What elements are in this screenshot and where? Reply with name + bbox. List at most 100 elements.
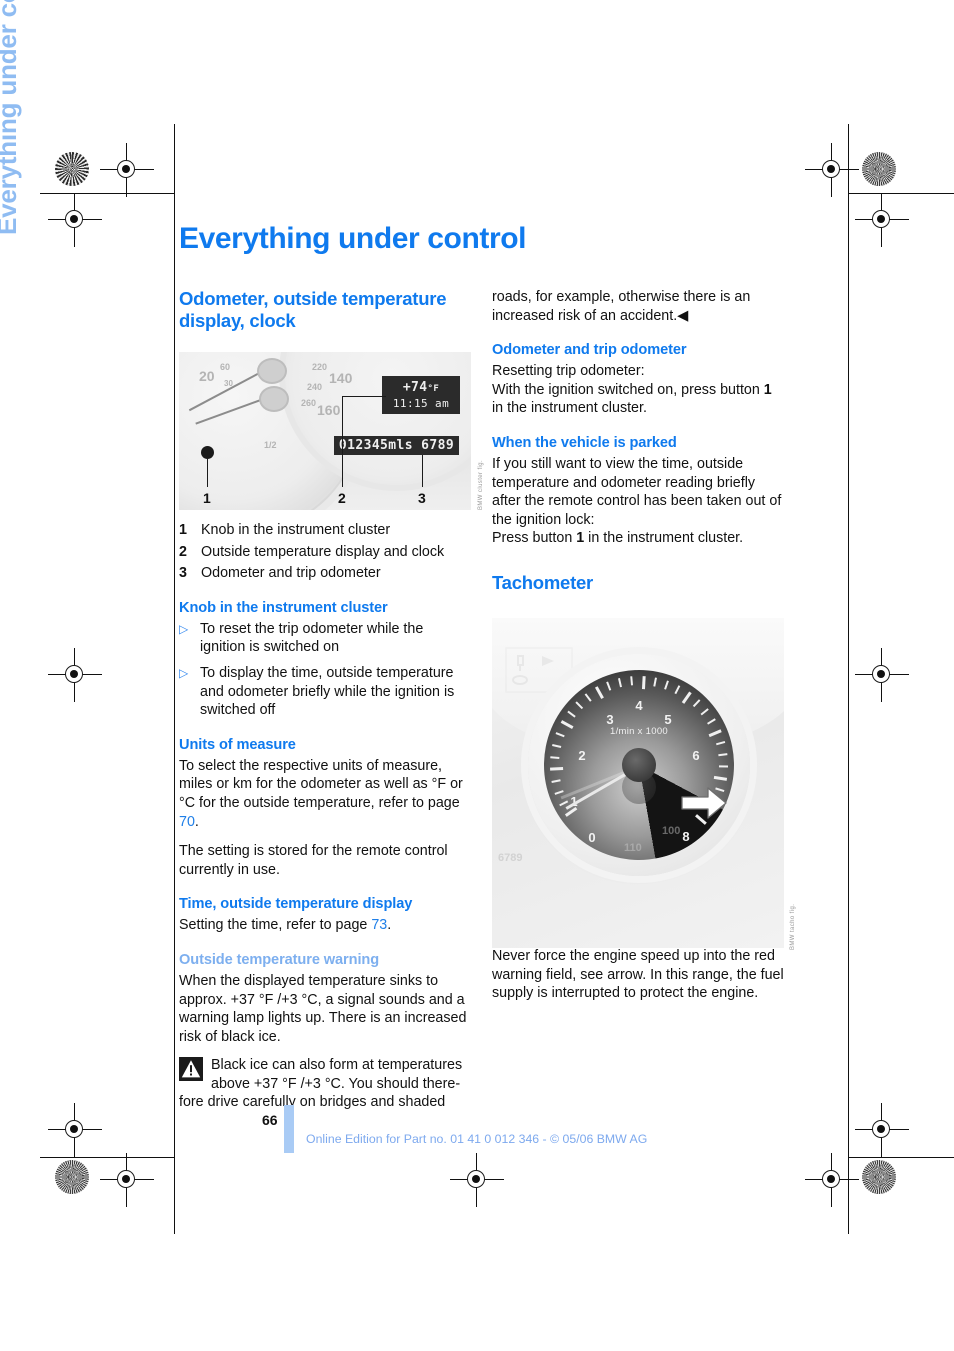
legend-text: Knob in the instrument cluster	[201, 522, 391, 538]
legend-text: Odometer and trip odometer	[201, 565, 381, 582]
time-display-paragraph: Setting the time, refer to page 73.	[179, 916, 471, 935]
figure-source-code-tachometer: BMW tacho fig.	[790, 903, 796, 950]
dial-number: 260	[301, 398, 317, 408]
heading-outside-temperature-warning: Outside temperature warning	[179, 951, 380, 968]
odometer-text-b: in the instrument cluster.	[492, 400, 647, 417]
warning-triangle-icon	[179, 1057, 203, 1082]
page-number: 66	[262, 1112, 278, 1128]
halftone-star-target-bottom-left	[55, 1160, 89, 1194]
knob-bullet-list: ▷ To reset the trip odometer while the i…	[179, 620, 471, 720]
list-item-text: To display the time, outside temperature…	[200, 664, 455, 719]
warning-text: Black ice can also form at temperatures …	[211, 1057, 463, 1092]
heading-odometer-and-trip-odometer: Odometer and trip odometer	[492, 342, 687, 359]
figure-legend-list: 1 Knob in the instrument cluster 2 Outside…	[179, 521, 471, 583]
trim-line-bottom-horizontal-right	[848, 1157, 954, 1159]
callout-number-1: 1	[203, 490, 211, 506]
warning-text-tail: fore drive carefully on bridges and shad…	[179, 1094, 446, 1111]
manual-page: Everything under control Everything unde…	[0, 0, 954, 1351]
chapter-side-tab: Everything under control	[0, 0, 32, 235]
footer-note: Online Edition for Part no. 01 41 0 012 …	[306, 1132, 648, 1146]
dial-number: 160	[317, 402, 341, 418]
heading-units-of-measure: Units of measure	[179, 736, 296, 753]
trim-line-top-horizontal	[40, 193, 174, 195]
trim-line-top-horizontal-right	[848, 193, 954, 195]
tach-scale-number: 3	[606, 712, 614, 727]
continuation-paragraph: roads, for example, otherwise there is a…	[492, 288, 784, 325]
tachometer-caption: Never force the engine speed up into the…	[492, 947, 784, 1002]
dial-number: 220	[312, 362, 328, 372]
dial-number: 140	[329, 370, 353, 386]
end-of-warning-marker: ◀	[677, 307, 689, 324]
trim-line-left-vertical	[174, 124, 176, 1234]
button-number-bold: 1	[576, 530, 585, 547]
time-text-b: .	[387, 917, 392, 934]
ghost-odometer-digits: 6789	[498, 852, 523, 864]
tachometer-needle-hub	[622, 748, 656, 782]
lcd-clock-value: 11:15 am	[392, 397, 450, 410]
units-paragraph-2: The setting is stored for the remote con…	[179, 843, 448, 878]
registration-mark-bottom-right-outer	[855, 1103, 909, 1157]
registration-mark-top-left-inner	[100, 143, 154, 197]
units-paragraph: To select the respective units of measur…	[179, 757, 471, 831]
section-heading-odometer: Odometer, outside temperature display, c…	[179, 288, 447, 331]
dial-number: 60	[220, 362, 231, 372]
time-text-a: Setting the time, refer to page	[179, 917, 372, 934]
list-item: ▷ To reset the trip odometer while the i…	[179, 620, 471, 657]
figure-source-code-cluster: BMW cluster fig.	[478, 459, 484, 510]
section-heading-tachometer: Tachometer	[492, 571, 593, 593]
ghost-speed-number: 100	[662, 825, 681, 837]
chapter-side-tab-label: Everything under control	[0, 0, 22, 235]
registration-mark-top-right-inner	[805, 143, 859, 197]
legend-number: 2	[179, 543, 187, 560]
registration-mark-bottom-left-inner	[100, 1153, 154, 1207]
warning-block: Black ice can also form at temperatures …	[179, 1056, 471, 1093]
heading-time-outside-temp-display: Time, outside temperature display	[179, 896, 413, 913]
dial-tick	[549, 766, 563, 771]
callout-lead-line-3	[422, 455, 424, 487]
registration-mark-mid-left	[48, 648, 102, 702]
tach-scale-number: 6	[692, 748, 700, 763]
dial-tick	[718, 765, 729, 768]
page-ref-link-73[interactable]: 73	[371, 917, 387, 933]
tach-scale-number: 4	[635, 698, 643, 713]
callout-number-2: 2	[338, 490, 346, 506]
registration-mark-top-left-outer	[48, 193, 102, 247]
registration-mark-bottom-left-outer	[48, 1103, 102, 1157]
heading-when-vehicle-is-parked: When the vehicle is parked	[492, 434, 677, 451]
degree-fahrenheit: °F	[431, 776, 447, 793]
lcd-temperature-value: +74	[402, 380, 428, 395]
cluster-knob	[201, 446, 214, 459]
parked-text-a: Press button	[492, 530, 577, 547]
registration-mark-top-right-outer	[855, 193, 909, 247]
degree-celsius: °C	[179, 794, 196, 811]
list-item-text: To reset the trip odometer while the ign…	[200, 620, 424, 656]
red-zone-arrow-icon	[680, 786, 728, 825]
needle-hub-1	[257, 358, 287, 384]
tach-scale-number-zero: 0	[588, 830, 596, 845]
registration-mark-bottom-right-inner	[805, 1153, 859, 1207]
parked-text-b: in the instrument cluster.	[584, 530, 744, 547]
units-text-d: .	[194, 813, 199, 830]
odometer-text-a: With the ignition switched on, press but…	[492, 381, 764, 398]
parked-paragraph: If you still want to view the time, outs…	[492, 455, 782, 528]
temp-warning-paragraph: When the displayed temperature sinks to …	[179, 972, 467, 1045]
units-text-b: or	[446, 776, 463, 793]
button-number-bold: 1	[763, 381, 772, 398]
callout-lead-line-1	[207, 459, 209, 487]
registration-mark-mid-right	[855, 648, 909, 702]
dial-half-mark: 1/2	[264, 440, 277, 450]
dial-number: 240	[307, 382, 323, 392]
triangle-bullet-icon: ▷	[179, 621, 189, 636]
odometer-lcd: 012345mls 6789	[334, 436, 459, 455]
units-text-c: for the outside temperature, refer to pa…	[195, 794, 460, 811]
trim-line-right-vertical	[848, 124, 850, 1234]
dial-tick	[641, 676, 646, 690]
lcd-temperature-unit: °F	[427, 384, 440, 394]
legend-item: 2 Outside temperature display and clock	[179, 543, 471, 562]
triangle-bullet-icon: ▷	[179, 665, 189, 680]
heading-knob-in-cluster: Knob in the instrument cluster	[179, 599, 388, 616]
ghost-speed-number: 110	[624, 842, 642, 854]
units-text-a: To select the respective units of measur…	[179, 757, 443, 793]
page-ref-link-70[interactable]: 70	[179, 814, 195, 830]
needle-hub-2	[259, 386, 289, 412]
